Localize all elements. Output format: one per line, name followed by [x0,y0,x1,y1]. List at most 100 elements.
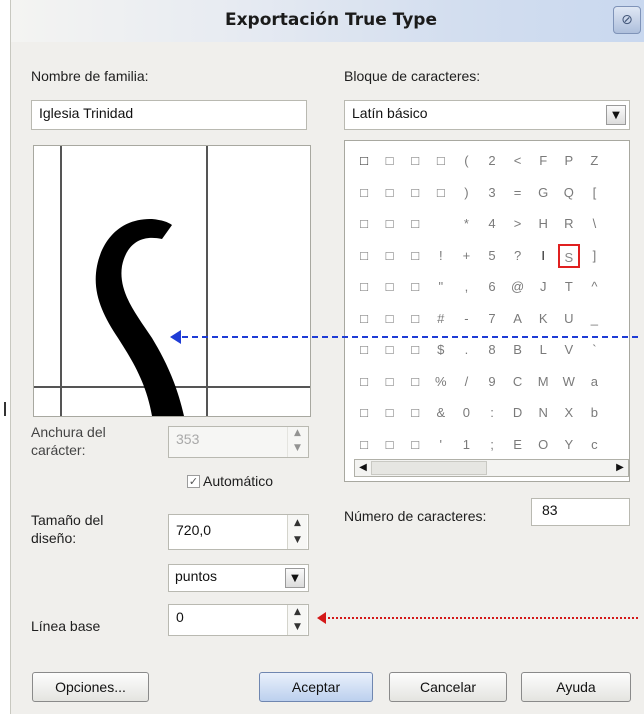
char-cell[interactable]: □ [404,401,426,425]
char-cell[interactable]: □ [379,212,401,236]
char-cell[interactable]: □ [353,401,375,425]
chevron-down-icon[interactable]: ▼ [606,105,626,125]
char-cell[interactable]: □ [404,244,426,268]
char-cell[interactable]: □ [404,212,426,236]
char-cell[interactable]: □ [430,149,452,173]
char-cell[interactable]: W [558,370,580,394]
char-cell[interactable]: b [583,401,605,425]
char-cell[interactable]: 2 [481,149,503,173]
char-cell[interactable]: # [430,307,452,331]
char-cell[interactable]: 1 [455,433,477,457]
char-cell[interactable]: D [507,401,529,425]
char-cell[interactable]: c [583,433,605,457]
char-cell[interactable]: □ [379,181,401,205]
char-cell[interactable]: □ [379,244,401,268]
char-cell[interactable]: G [532,181,554,205]
char-cell[interactable]: J [532,275,554,299]
char-block-select[interactable]: Latín básico [344,100,630,130]
char-cell[interactable]: H [532,212,554,236]
char-cell[interactable]: □ [353,275,375,299]
char-cell[interactable]: T [558,275,580,299]
char-cell[interactable]: = [507,181,529,205]
char-cell[interactable]: & [430,401,452,425]
char-cell[interactable]: " [430,275,452,299]
char-cell[interactable]: + [455,244,477,268]
char-cell[interactable]: * [455,212,477,236]
char-cell[interactable]: □ [379,338,401,362]
char-cell[interactable]: □ [379,401,401,425]
accept-button[interactable]: Aceptar [259,672,373,702]
char-cell[interactable]: U [558,307,580,331]
design-size-stepper[interactable]: ▲ ▼ [287,515,307,549]
scroll-right-icon[interactable]: ▶ [612,460,628,476]
char-cell[interactable]: M [532,370,554,394]
char-cell[interactable]: □ [430,181,452,205]
char-cell[interactable]: □ [353,244,375,268]
char-cell[interactable]: A [507,307,529,331]
character-grid[interactable]: □ □ □ □(2 < F P Z □ □ □ □) 3 = G Q[□ □ □ * 4 > H R \ □ □ □! +5? I S] □… [344,140,630,482]
char-cell[interactable]: ( [455,149,477,173]
char-cell[interactable]: R [558,212,580,236]
char-cell[interactable]: L [532,338,554,362]
char-cell[interactable]: 6 [481,275,503,299]
baseline-stepper[interactable]: ▲ ▼ [287,605,307,635]
char-cell[interactable]: 3 [481,181,503,205]
char-cell[interactable]: ^ [583,275,605,299]
char-cell[interactable]: □ [404,275,426,299]
char-cell[interactable]: Z [583,149,605,173]
char-cell[interactable]: □ [353,370,375,394]
char-cell[interactable]: Y [558,433,580,457]
char-cell[interactable]: ? [507,244,529,268]
char-cell[interactable]: ; [481,433,503,457]
automatic-checkbox[interactable]: ✓ [187,475,200,488]
char-cell[interactable]: F [532,149,554,173]
scroll-thumb[interactable] [371,461,487,475]
char-cell[interactable]: P [558,149,580,173]
char-cell[interactable]: $ [430,338,452,362]
char-cell[interactable]: □ [404,338,426,362]
close-icon[interactable]: ⊘ [613,6,641,34]
scroll-left-icon[interactable]: ◀ [355,460,371,476]
char-cell[interactable]: N [532,401,554,425]
char-cell[interactable]: 9 [481,370,503,394]
char-cell[interactable]: □ [404,149,426,173]
char-cell[interactable]: I [532,244,554,268]
char-cell[interactable]: B [507,338,529,362]
char-cell[interactable]: □ [353,212,375,236]
char-cell[interactable]: ` [583,338,605,362]
char-cell[interactable]: C [507,370,529,394]
char-cell[interactable]: □ [379,370,401,394]
char-cell[interactable]: □ [353,433,375,457]
char-cell[interactable]: □ [353,149,375,173]
char-cell[interactable]: □ [353,181,375,205]
char-cell[interactable]: □ [404,307,426,331]
char-cell[interactable]: - [455,307,477,331]
char-cell[interactable]: □ [379,275,401,299]
char-cell[interactable]: □ [379,433,401,457]
char-cell[interactable]: 4 [481,212,503,236]
char-cell[interactable]: □ [404,433,426,457]
char-cell[interactable]: 5 [481,244,503,268]
char-width-stepper[interactable]: ▲ ▼ [287,427,307,457]
char-cell[interactable]: □ [404,370,426,394]
family-name-input[interactable]: Iglesia Trinidad [31,100,307,130]
char-cell[interactable]: □ [353,307,375,331]
char-cell[interactable]: _ [583,307,605,331]
char-cell[interactable]: % [430,370,452,394]
char-cell[interactable]: X [558,401,580,425]
char-cell[interactable]: 7 [481,307,503,331]
char-cell[interactable]: > [507,212,529,236]
help-button[interactable]: Ayuda [521,672,631,702]
char-cell[interactable]: ) [455,181,477,205]
char-cell[interactable]: □ [379,149,401,173]
char-cell[interactable]: : [481,401,503,425]
char-cell[interactable]: K [532,307,554,331]
char-cell[interactable]: Q [558,181,580,205]
char-cell[interactable]: V [558,338,580,362]
char-cell[interactable]: a [583,370,605,394]
char-cell[interactable]: / [455,370,477,394]
char-cell[interactable]: 0 [455,401,477,425]
cancel-button[interactable]: Cancelar [389,672,507,702]
char-cell[interactable]: ! [430,244,452,268]
char-cell[interactable]: < [507,149,529,173]
